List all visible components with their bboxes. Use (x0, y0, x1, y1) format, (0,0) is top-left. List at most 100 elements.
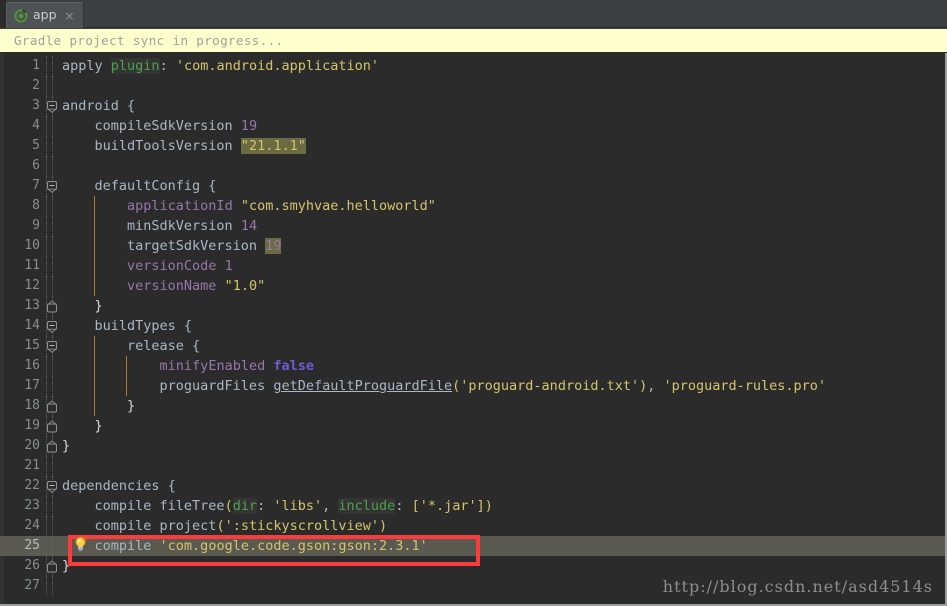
code-token: ) (379, 518, 388, 534)
code-token: 1 (224, 258, 233, 274)
gutter-separator (46, 136, 47, 156)
line-number: 12 (24, 278, 40, 293)
code-line-row[interactable]: 25 compile 'com.google.code.gson:gson:2.… (0, 536, 945, 556)
code-line-row[interactable]: 21 (0, 456, 945, 476)
editor-tab-close-icon[interactable]: × (62, 10, 75, 22)
gradle-sync-notification-text: Gradle project sync in progress... (14, 33, 284, 48)
line-number: 13 (24, 298, 40, 313)
code-line-row[interactable]: 5 buildToolsVersion "21.1.1" (0, 136, 945, 156)
editor-tab-label: app (33, 7, 57, 23)
code-line-row[interactable]: 7 defaultConfig { (0, 176, 945, 196)
code-line-text: apply plugin: 'com.android.application' (62, 56, 379, 76)
code-line-row[interactable]: 15 release { (0, 336, 945, 356)
code-line-row[interactable]: 12 versionName "1.0" (0, 276, 945, 296)
gradle-sync-notification-bar: Gradle project sync in progress... (0, 29, 947, 53)
code-token: 'com.google.code.gson:gson:2.3.1' (159, 538, 428, 554)
code-token: dir (232, 498, 258, 514)
fold-collapse-icon[interactable] (46, 100, 59, 113)
code-token: buildTypes { (62, 318, 193, 334)
line-number: 11 (24, 258, 40, 273)
code-line-row[interactable]: 13 } (0, 296, 945, 316)
fold-rail (52, 356, 53, 376)
code-line-row[interactable]: 6 (0, 156, 945, 176)
code-line-row[interactable]: 23 compile fileTree(dir: 'libs', include… (0, 496, 945, 516)
code-line-text: defaultConfig { (62, 176, 217, 196)
fold-expand-icon[interactable] (46, 400, 59, 413)
code-line-row[interactable]: 11 versionCode 1 (0, 256, 945, 276)
fold-collapse-icon[interactable] (46, 480, 59, 493)
line-number: 25 (24, 538, 40, 553)
line-number: 8 (32, 198, 40, 213)
fold-collapse-icon[interactable] (46, 180, 59, 193)
code-line-text: compile project(':stickyscrollview') (62, 516, 388, 536)
fold-rail (52, 236, 53, 256)
code-token: targetSdkVersion (62, 238, 266, 254)
code-line-row[interactable]: 9 minSdkVersion 14 (0, 216, 945, 236)
code-token: defaultConfig { (62, 178, 217, 194)
fold-collapse-icon[interactable] (46, 340, 59, 353)
gutter-separator (46, 276, 47, 296)
code-token: ) (484, 498, 493, 514)
lightbulb-icon[interactable] (74, 537, 87, 552)
code-token: versionCode (127, 258, 217, 274)
code-line-text: versionName "1.0" (62, 276, 265, 296)
fold-rail (52, 576, 53, 596)
line-number: 4 (32, 118, 40, 133)
code-line-row[interactable]: 14 buildTypes { (0, 316, 945, 336)
code-token: ( (216, 518, 225, 534)
line-number: 9 (32, 218, 40, 233)
line-number: 27 (24, 578, 40, 593)
line-number: 6 (32, 158, 40, 173)
code-line-text: minifyEnabled false (62, 356, 314, 376)
code-token: 19 (265, 238, 282, 254)
code-line-row[interactable]: 1 apply plugin: 'com.android.application' (0, 56, 945, 76)
code-token: 'proguard-rules.pro' (663, 378, 827, 394)
watermark-url: http://blog.csdn.net/asd4514s (662, 577, 933, 596)
code-line-text: compile 'com.google.code.gson:gson:2.3.1… (62, 536, 428, 556)
fold-rail (52, 216, 53, 236)
fold-expand-icon[interactable] (46, 440, 59, 453)
code-editor[interactable]: 1 apply plugin: 'com.android.application'… (0, 53, 947, 606)
fold-expand-icon[interactable] (46, 560, 59, 573)
gutter-separator (46, 256, 47, 276)
code-line-row[interactable]: 17 proguardFiles getDefaultProguardFile(… (0, 376, 945, 396)
code-token: , (647, 378, 664, 394)
code-token: compile project (62, 518, 217, 534)
code-line-row[interactable]: 24 compile project(':stickyscrollview') (0, 516, 945, 536)
code-line-row[interactable]: 16 minifyEnabled false (0, 356, 945, 376)
fold-rail (52, 76, 53, 96)
code-line-row[interactable]: 4 compileSdkVersion 19 (0, 116, 945, 136)
code-line-row[interactable]: 19 } (0, 416, 945, 436)
gutter-separator (46, 216, 47, 236)
code-token: minSdkVersion (62, 218, 241, 234)
code-token: 14 (240, 218, 258, 234)
fold-collapse-icon[interactable] (46, 320, 59, 333)
gradle-module-icon (14, 9, 28, 22)
gutter-separator (46, 116, 47, 136)
code-token: } (62, 298, 103, 314)
fold-expand-icon[interactable] (46, 420, 59, 433)
gutter-separator (46, 356, 47, 376)
code-line-row[interactable]: 26} (0, 556, 945, 576)
code-line-row[interactable]: 2 (0, 76, 945, 96)
line-number: 17 (24, 378, 40, 393)
code-line-row[interactable]: 20} (0, 436, 945, 456)
code-line-text: minSdkVersion 14 (62, 216, 257, 236)
gutter-separator (46, 156, 47, 176)
code-line-row[interactable]: 10 targetSdkVersion 19 (0, 236, 945, 256)
fold-expand-icon[interactable] (46, 300, 59, 313)
code-line-row[interactable]: 22 dependencies { (0, 476, 945, 496)
code-token: } (62, 438, 71, 454)
code-line-text: } (62, 296, 103, 316)
gutter-separator (46, 236, 47, 256)
code-line-row[interactable]: 18 } (0, 396, 945, 416)
gutter-separator (46, 516, 47, 536)
editor-tab-app[interactable]: app × (6, 2, 84, 28)
code-line-row[interactable]: 3 android { (0, 96, 945, 116)
code-line-row[interactable]: 8 applicationId "com.smyhvae.helloworld" (0, 196, 945, 216)
fold-rail (52, 196, 53, 216)
code-token: } (62, 398, 136, 414)
